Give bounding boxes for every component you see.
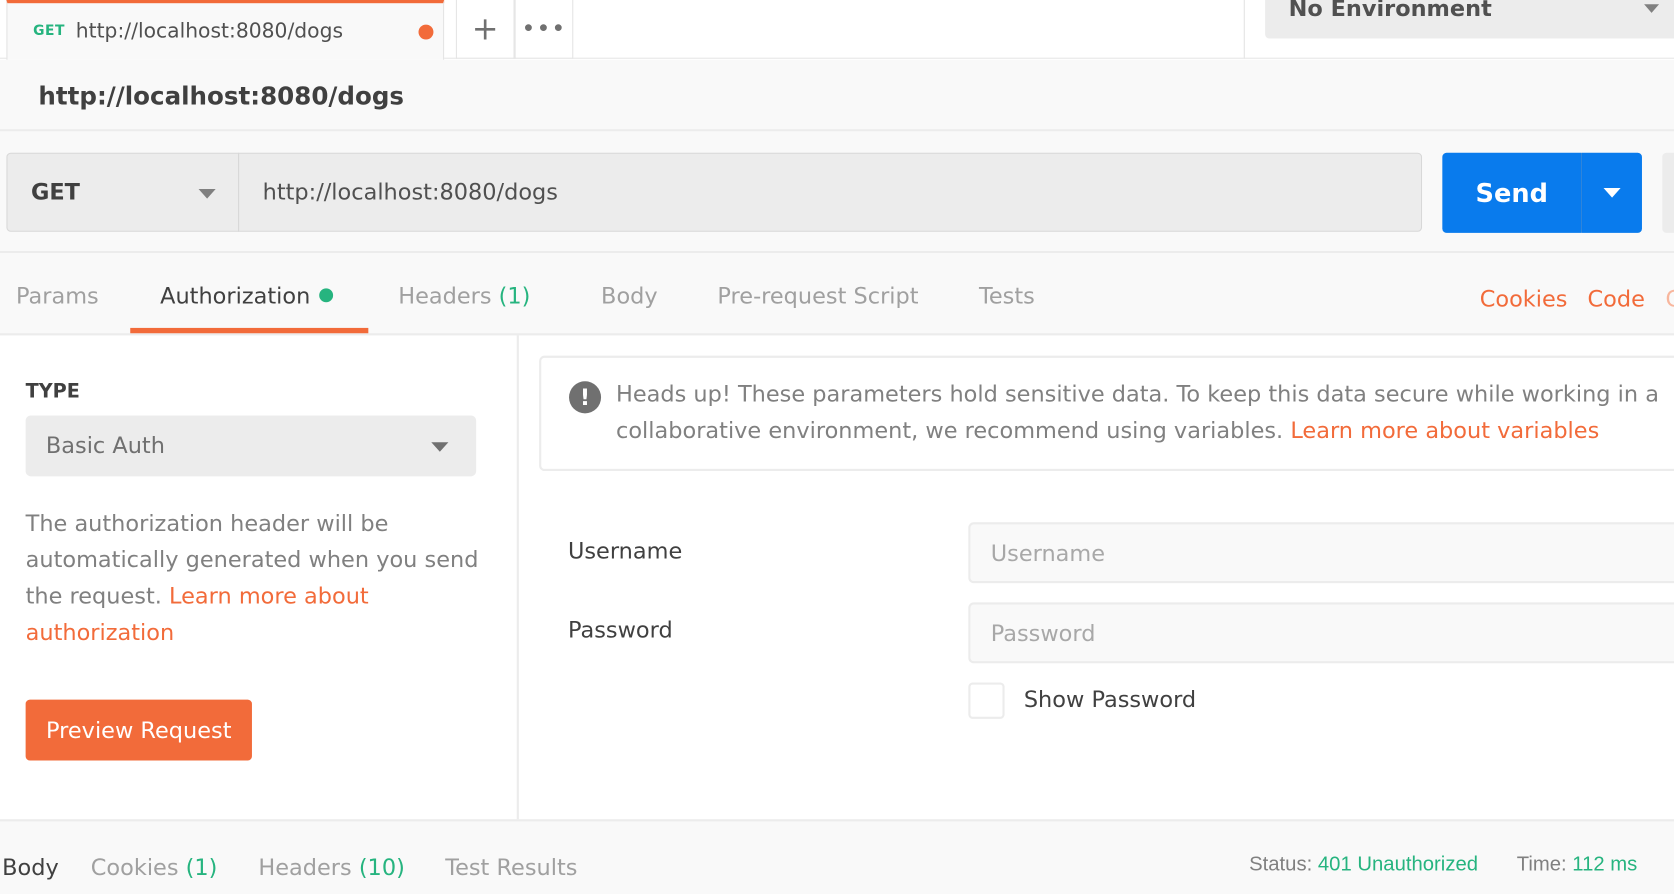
tab-count-badge: (10)	[358, 854, 405, 881]
tab-label: Pre-request Script	[717, 283, 919, 309]
plus-icon: +	[471, 10, 499, 48]
tab-authorization[interactable]: Authorization	[160, 283, 333, 309]
panel-divider[interactable]	[516, 335, 519, 821]
tab-count-badge: (1)	[185, 854, 218, 881]
auth-type-select[interactable]: Basic Auth	[25, 415, 477, 477]
tab-label: Headers	[398, 283, 492, 309]
tab-count-badge: (1)	[498, 283, 531, 309]
active-indicator-dot-icon	[318, 288, 333, 303]
chevron-down-icon	[431, 442, 449, 452]
tab-headers[interactable]: Headers (1)	[398, 283, 530, 309]
chevron-down-icon	[1644, 4, 1660, 13]
auth-type-label: TYPE	[25, 380, 80, 403]
response-tab-body[interactable]: Body	[2, 854, 59, 880]
tab-label: Authorization	[160, 283, 311, 309]
save-button[interactable]	[1662, 152, 1674, 233]
divider	[1243, 0, 1245, 59]
preview-request-button[interactable]: Preview Request	[25, 699, 252, 761]
new-tab-button[interactable]: +	[455, 0, 515, 59]
show-password-checkbox[interactable]	[968, 682, 1005, 719]
tab-options-button[interactable]: •••	[514, 0, 574, 59]
auth-description: The authorization header will be automat…	[26, 505, 485, 650]
postman-app: GET http://localhost:8080/dogs + ••• No …	[0, 0, 1674, 894]
ellipsis-icon: •••	[521, 15, 567, 43]
active-tab-underline	[130, 327, 369, 334]
alert-message: Heads up! These parameters hold sensitiv…	[616, 376, 1662, 449]
exclamation-icon: !	[569, 381, 602, 414]
time-label: Time:	[1516, 853, 1567, 876]
response-tab-cookies[interactable]: Cookies (1)	[91, 854, 218, 880]
tab-body[interactable]: Body	[601, 283, 658, 309]
request-name-bar: http://localhost:8080/dogs	[0, 59, 1674, 132]
status-label: Status:	[1249, 853, 1313, 876]
tab-label: Headers	[258, 854, 352, 881]
chevron-down-icon	[1603, 187, 1621, 198]
unsaved-changes-dot-icon	[418, 24, 434, 40]
send-options-button[interactable]	[1581, 152, 1642, 233]
cookies-link[interactable]: Cookies	[1480, 286, 1568, 312]
username-input[interactable]	[968, 522, 1674, 584]
status-value[interactable]: 401 Unauthorized	[1318, 853, 1478, 875]
url-input[interactable]	[238, 152, 1423, 232]
tab-params[interactable]: Params	[16, 283, 99, 309]
http-method-select[interactable]: GET	[6, 152, 240, 232]
tab-pre-request-script[interactable]: Pre-request Script	[717, 283, 918, 309]
username-label: Username	[567, 538, 683, 564]
learn-more-variables-link[interactable]: Learn more about variables	[1290, 418, 1599, 444]
send-button[interactable]: Send	[1442, 152, 1582, 233]
tab-label: Params	[16, 283, 99, 309]
time-value[interactable]: 112 ms	[1572, 853, 1637, 875]
tab-method-badge: GET	[33, 23, 66, 40]
http-method-value: GET	[30, 179, 80, 206]
response-tab-test-results[interactable]: Test Results	[445, 854, 577, 880]
code-link[interactable]: Code	[1588, 286, 1645, 312]
environment-select[interactable]: No Environment	[1265, 0, 1674, 39]
tab-label: Body	[601, 283, 658, 309]
tab-label: Cookies	[90, 854, 179, 881]
request-name[interactable]: http://localhost:8080/dogs	[38, 83, 404, 111]
comments-link[interactable]: C	[1665, 286, 1674, 312]
environment-selected-value: No Environment	[1288, 0, 1492, 22]
show-password-label[interactable]: Show Password	[1024, 687, 1196, 713]
response-meta: Status: 401 Unauthorized Time: 112 ms	[1249, 853, 1637, 876]
auth-type-value: Basic Auth	[45, 432, 165, 459]
tab-label: Test Results	[445, 854, 578, 881]
url-bar: GET Send	[0, 131, 1674, 254]
tab-title: http://localhost:8080/dogs	[75, 19, 344, 43]
tab-tests[interactable]: Tests	[979, 283, 1035, 309]
request-tab-active[interactable]: GET http://localhost:8080/dogs	[6, 0, 445, 60]
request-tabs: Params Authorization Headers (1) Body Pr…	[0, 253, 1674, 336]
tab-label: Body	[2, 854, 59, 881]
password-input[interactable]	[968, 602, 1674, 664]
response-tab-headers[interactable]: Headers (10)	[258, 854, 404, 880]
chevron-down-icon	[198, 189, 216, 199]
password-label: Password	[567, 617, 673, 643]
tab-label: Tests	[978, 283, 1035, 309]
response-bar: Body Cookies (1) Headers (10) Test Resul…	[0, 819, 1674, 894]
